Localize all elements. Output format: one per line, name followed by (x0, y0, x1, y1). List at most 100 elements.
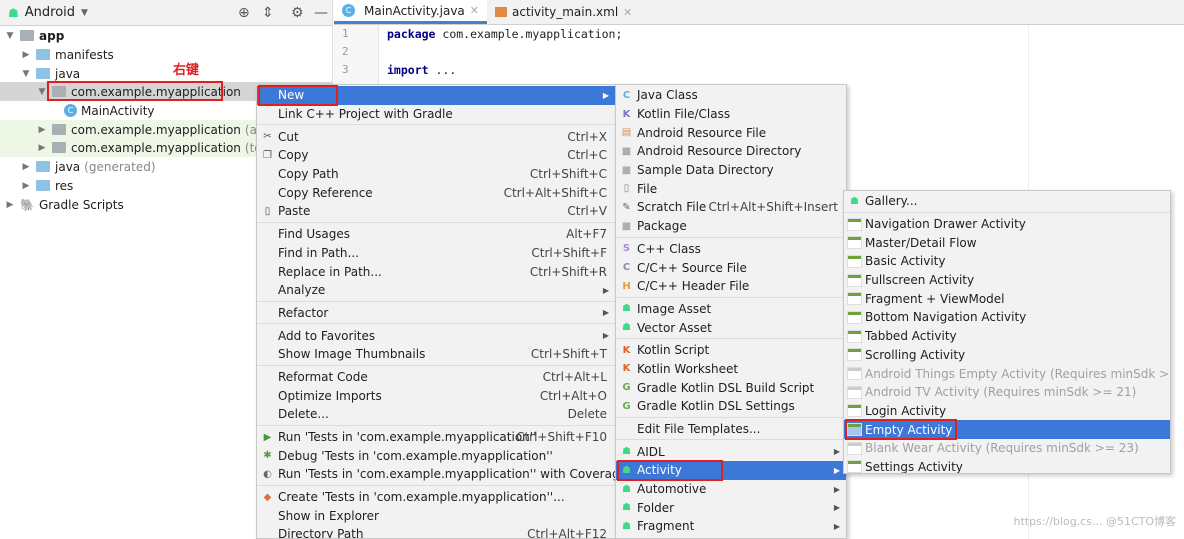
menu-item-label: Android Resource File (637, 125, 767, 140)
menu-item-directory-path[interactable]: Directory Path Ctrl+Alt+F12 (257, 525, 615, 539)
menu-item-kotlin-worksheet[interactable]: K Kotlin Worksheet (616, 360, 846, 379)
android-icon: ☗ (622, 502, 631, 514)
menu-item-label: Blank Wear Activity (Requires minSdk >= … (865, 441, 1139, 456)
expand-right-icon[interactable]: ▶ (36, 125, 48, 135)
close-icon[interactable]: ✕ (470, 4, 479, 17)
menu-item-paste[interactable]: ▯ Paste Ctrl+V (257, 202, 615, 221)
menu-item-show-in-explorer[interactable]: Show in Explorer (257, 506, 615, 525)
menu-item-automotive[interactable]: ☗ Automotive ▶ (616, 480, 846, 499)
menu-item-image-asset[interactable]: ☗ Image Asset (616, 300, 846, 319)
menu-item-kotlin-file-class[interactable]: K Kotlin File/Class (616, 105, 846, 124)
menu-item-find-usages[interactable]: Find Usages Alt+F7 (257, 225, 615, 244)
menu-item-label: Android Resource Directory (637, 144, 802, 159)
menu-item-shortcut: Ctrl+Shift+T (530, 347, 607, 362)
menu-item-scratch-file[interactable]: ✎ Scratch File Ctrl+Alt+Shift+Insert (616, 198, 846, 217)
menu-item-link-c-project-with-gradle[interactable]: Link C++ Project with Gradle (257, 105, 615, 124)
menu-item-copy-reference[interactable]: Copy Reference Ctrl+Alt+Shift+C (257, 183, 615, 202)
gear-icon[interactable]: ⚙ (291, 5, 304, 21)
menu-item-basic-activity[interactable]: Basic Activity (844, 252, 1170, 271)
menu-item-scrolling-activity[interactable]: Scrolling Activity (844, 346, 1170, 365)
chevron-down-icon[interactable]: ▼ (81, 8, 88, 18)
menu-item-fragment[interactable]: ☗ Fragment ▶ (616, 517, 846, 536)
expand-down-icon[interactable]: ▼ (20, 69, 32, 79)
tree-item[interactable]: ▼ app (0, 26, 333, 45)
menu-item-gradle-kotlin-dsl-build-script[interactable]: G Gradle Kotlin DSL Build Script (616, 378, 846, 397)
menu-item-master-detail-flow[interactable]: Master/Detail Flow (844, 233, 1170, 252)
menu-item-debug-tests-in-com-example-myapplication[interactable]: ✱ Debug 'Tests in 'com.example.myapplicat… (257, 446, 615, 465)
submenu-arrow-icon: ▶ (602, 331, 609, 341)
menu-item-optimize-imports[interactable]: Optimize Imports Ctrl+Alt+O (257, 386, 615, 405)
editor-tab[interactable]: activity_main.xml ✕ (487, 0, 640, 24)
menu-item-navigation-drawer-activity[interactable]: Navigation Drawer Activity (844, 215, 1170, 234)
tree-item[interactable]: ▶ manifests (0, 45, 333, 64)
menu-item-run-tests-in-com-example-myapplication-with-coverage[interactable]: ◐ Run 'Tests in 'com.example.myapplicatio… (257, 465, 615, 484)
menu-item-replace-in-path[interactable]: Replace in Path... Ctrl+Shift+R (257, 262, 615, 281)
menu-item-java-class[interactable]: C Java Class (616, 86, 846, 105)
menu-item-activity[interactable]: ☗ Activity ▶ (616, 460, 846, 482)
menu-item-label: Basic Activity (865, 254, 946, 269)
menu-item-settings-activity[interactable]: Settings Activity (844, 458, 1170, 473)
menu-item-android-resource-file[interactable]: ▤ Android Resource File (616, 123, 846, 142)
expand-right-icon[interactable]: ▶ (20, 50, 32, 60)
menu-item-delete[interactable]: Delete... Delete (257, 405, 615, 424)
file-icon: ▯ (623, 183, 630, 195)
menu-item-analyze[interactable]: Analyze ▶ (257, 281, 615, 300)
menu-item-label: Run 'Tests in 'com.example.myapplication… (278, 467, 616, 482)
menu-item-c-c-header-file[interactable]: H C/C++ Header File (616, 277, 846, 296)
menu-item-create-tests-in-com-example-myapplication[interactable]: ◆ Create 'Tests in 'com.example.myapplica… (257, 488, 615, 507)
menu-item-cut[interactable]: ✂ Cut Ctrl+X (257, 127, 615, 146)
menu-item-c-class[interactable]: S C++ Class (616, 240, 846, 259)
locate-icon[interactable]: ⊕ (238, 5, 250, 21)
menu-item-label: Gradle Kotlin DSL Build Script (637, 380, 815, 395)
menu-item-find-in-path[interactable]: Find in Path... Ctrl+Shift+F (257, 244, 615, 263)
menu-item-login-activity[interactable]: Login Activity (844, 402, 1170, 421)
menu-item-reformat-code[interactable]: Reformat Code Ctrl+Alt+L (257, 368, 615, 387)
menu-item-blank-wear-activity-requires-minsdk-23: Blank Wear Activity (Requires minSdk >= … (844, 439, 1170, 458)
menu-item-show-image-thumbnails[interactable]: Show Image Thumbnails Ctrl+Shift+T (257, 345, 615, 364)
menu-item-label: Replace in Path... (278, 264, 382, 279)
line-number: 2 (342, 45, 349, 58)
menu-item-add-to-favorites[interactable]: Add to Favorites ▶ (257, 326, 615, 345)
menu-item-edit-file-templates[interactable]: Edit File Templates... (616, 420, 846, 439)
menu-item-copy[interactable]: ❐ Copy Ctrl+C (257, 146, 615, 165)
expand-right-icon[interactable]: ▶ (36, 143, 48, 153)
menu-item-fullscreen-activity[interactable]: Fullscreen Activity (844, 271, 1170, 290)
menu-item-label: Directory Path (278, 527, 364, 539)
menu-item-vector-asset[interactable]: ☗ Vector Asset (616, 318, 846, 337)
menu-item-fragment-viewmodel[interactable]: Fragment + ViewModel (844, 289, 1170, 308)
minimize-icon[interactable]: — (314, 5, 328, 21)
project-panel-header: ☗ Android ▼ ⊕ ⇕ ⚙ — (0, 0, 332, 26)
menu-item-kotlin-script[interactable]: K Kotlin Script (616, 341, 846, 360)
menu-item-run-tests-in-com-example-myapplication[interactable]: ▶ Run 'Tests in 'com.example.myapplicatio… (257, 428, 615, 447)
menu-item-android-resource-directory[interactable]: ■ Android Resource Directory (616, 142, 846, 161)
menu-item-file[interactable]: ▯ File (616, 179, 846, 198)
menu-item-copy-path[interactable]: Copy Path Ctrl+Shift+C (257, 165, 615, 184)
activity-template-icon (847, 404, 862, 418)
menu-item-tabbed-activity[interactable]: Tabbed Activity (844, 327, 1170, 346)
editor-tab[interactable]: C MainActivity.java ✕ (334, 0, 487, 24)
menu-item-gradle-kotlin-dsl-settings[interactable]: G Gradle Kotlin DSL Settings (616, 397, 846, 416)
expand-down-icon[interactable]: ▼ (4, 31, 16, 41)
expand-right-icon[interactable]: ▶ (4, 200, 16, 210)
menu-item-new[interactable]: New ▶ (257, 85, 615, 106)
menu-item-refactor[interactable]: Refactor ▶ (257, 304, 615, 323)
menu-item-c-c-source-file[interactable]: C C/C++ Source File (616, 258, 846, 277)
menu-item-label: Delete... (278, 407, 329, 422)
collapse-all-icon[interactable]: ⇕ (262, 5, 274, 21)
menu-item-aidl[interactable]: ☗ AIDL ▶ (616, 442, 846, 461)
menu-item-bottom-navigation-activity[interactable]: Bottom Navigation Activity (844, 308, 1170, 327)
expand-right-icon[interactable]: ▶ (20, 181, 32, 191)
menu-item-package[interactable]: ■ Package (616, 217, 846, 236)
expand-right-icon[interactable]: ▶ (20, 162, 32, 172)
menu-item-sample-data-directory[interactable]: ■ Sample Data Directory (616, 161, 846, 180)
menu-item-gallery[interactable]: ☗ Gallery... (844, 192, 1170, 211)
cpp-header-icon: H (622, 280, 631, 292)
close-icon[interactable]: ✕ (623, 6, 632, 19)
android-icon: ☗ (622, 483, 631, 495)
menu-item-empty-activity[interactable]: Empty Activity (844, 419, 1170, 441)
view-selector[interactable]: Android (25, 5, 75, 20)
submenu-arrow-icon: ▶ (602, 285, 609, 295)
gradle-icon: G (622, 382, 631, 394)
class-icon: C (342, 4, 355, 17)
menu-item-folder[interactable]: ☗ Folder ▶ (616, 498, 846, 517)
